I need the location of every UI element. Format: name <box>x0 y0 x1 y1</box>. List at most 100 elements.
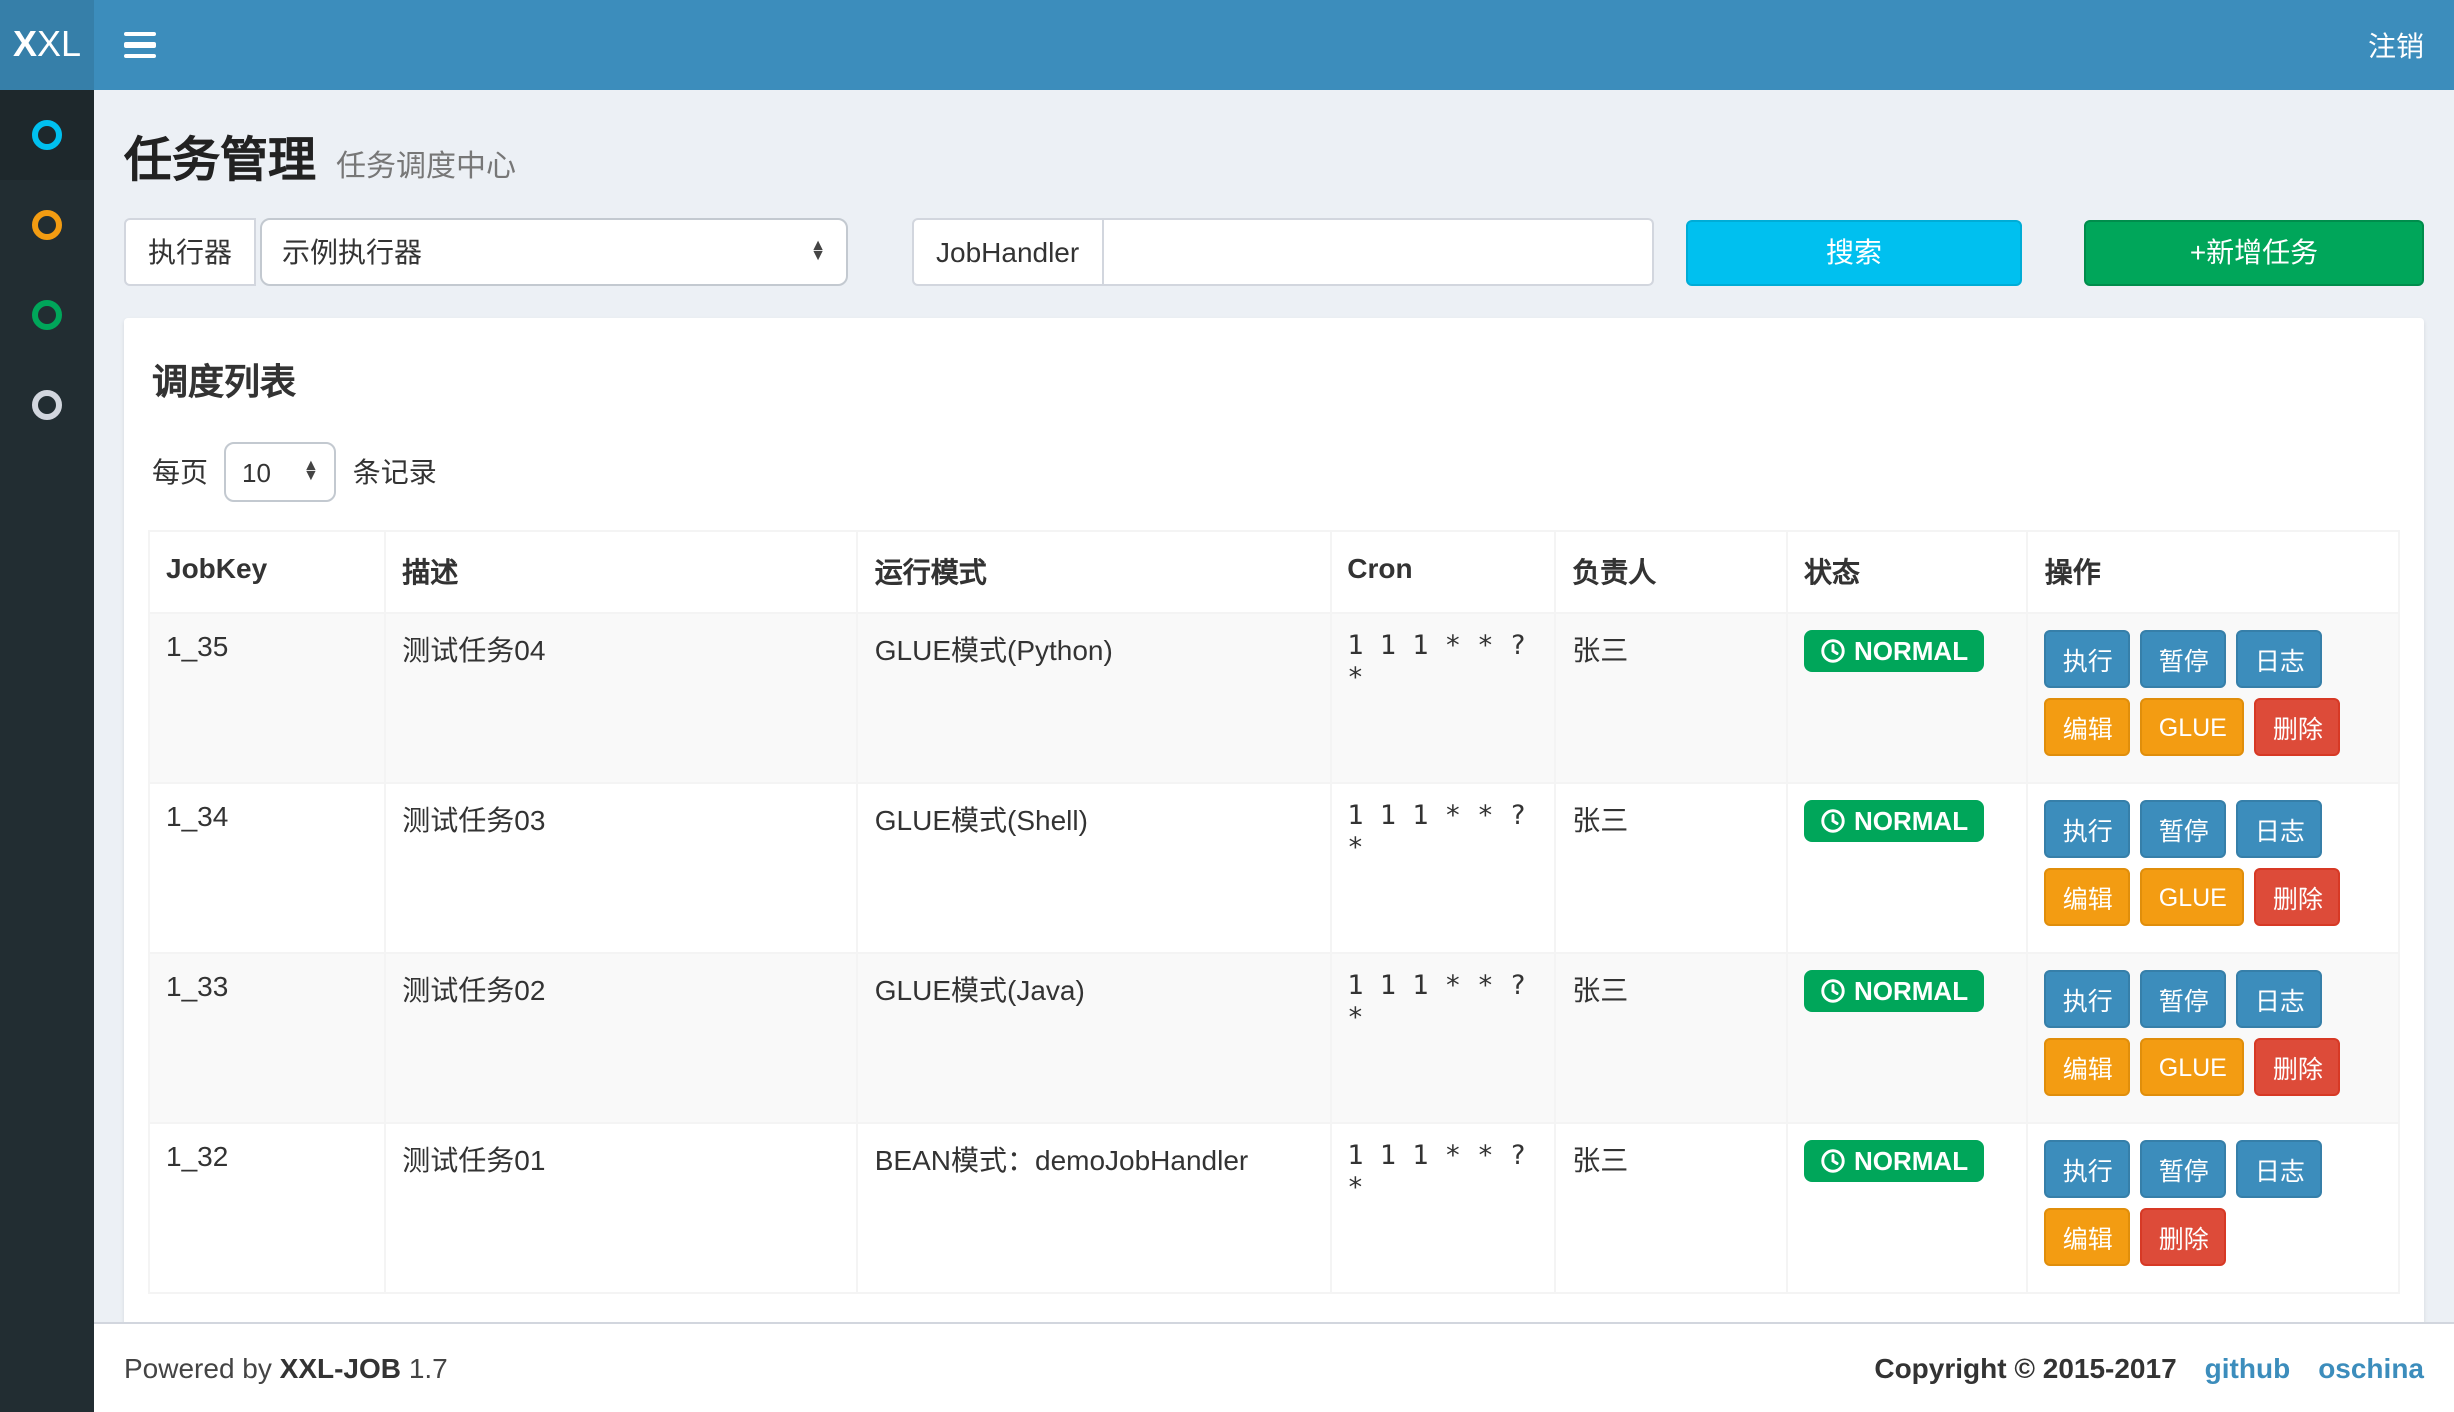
column-header[interactable]: 负责人 <box>1555 531 1787 613</box>
clock-icon <box>1820 638 1846 664</box>
sidebar-item[interactable] <box>0 90 94 180</box>
select-arrows-icon: ▲▼ <box>303 462 319 482</box>
job-table: JobKey描述运行模式Cron负责人状态操作 1_35测试任务04GLUE模式… <box>148 530 2400 1294</box>
delete-button[interactable]: 删除 <box>2141 1208 2227 1266</box>
panel-title: 调度列表 <box>152 354 2400 406</box>
sidebar-menu <box>0 90 94 1412</box>
edit-button[interactable]: 编辑 <box>2045 1208 2131 1266</box>
status-cell: NORMAL <box>1787 613 2028 783</box>
table-body: 1_35测试任务04GLUE模式(Python)1 1 1 * * ? *张三N… <box>149 613 2399 1293</box>
page-header: 任务管理 任务调度中心 <box>124 120 2424 190</box>
status-badge: NORMAL <box>1804 800 1984 842</box>
circle-icon <box>32 390 62 420</box>
edit-button[interactable]: 编辑 <box>2045 698 2131 756</box>
status-cell: NORMAL <box>1787 783 2028 953</box>
run-button[interactable]: 执行 <box>2045 800 2131 858</box>
sidebar-item[interactable] <box>0 270 94 360</box>
table-row: 1_33测试任务02GLUE模式(Java)1 1 1 * * ? *张三NOR… <box>149 953 2399 1123</box>
edit-button[interactable]: 编辑 <box>2045 1038 2131 1096</box>
delete-button[interactable]: 删除 <box>2255 1038 2341 1096</box>
mode-cell: BEAN模式：demoJobHandler <box>858 1123 1331 1293</box>
circle-icon <box>32 300 62 330</box>
filter-toolbar: 执行器 示例执行器 ▲▼ JobHandler 搜索 +新增任务 <box>124 218 2424 286</box>
table-row: 1_35测试任务04GLUE模式(Python)1 1 1 * * ? *张三N… <box>149 613 2399 783</box>
top-navbar: XXL 注销 <box>0 0 2454 90</box>
actions-cell: 执行暂停日志编辑GLUE删除 <box>2028 783 2399 953</box>
glue-button[interactable]: GLUE <box>2141 1038 2245 1096</box>
status-cell: NORMAL <box>1787 953 2028 1123</box>
status-cell: NORMAL <box>1787 1123 2028 1293</box>
app-name: XXL-JOB <box>280 1352 401 1384</box>
log-button[interactable]: 日志 <box>2237 630 2323 688</box>
logo-rest-letters: XL <box>37 24 81 66</box>
page-size-select[interactable]: 10 ▲▼ <box>224 442 337 502</box>
powered-by-text: Powered by XXL-JOB 1.7 <box>124 1352 448 1384</box>
delete-button[interactable]: 删除 <box>2255 698 2341 756</box>
add-job-button[interactable]: +新增任务 <box>2084 219 2424 285</box>
executor-filter-group: 执行器 示例执行器 ▲▼ <box>124 218 848 286</box>
delete-button[interactable]: 删除 <box>2255 868 2341 926</box>
sidebar-toggle-button[interactable] <box>94 0 184 90</box>
oschina-link[interactable]: oschina <box>2318 1352 2424 1384</box>
sidebar-item[interactable] <box>0 180 94 270</box>
desc-cell: 测试任务02 <box>385 953 858 1123</box>
page-size-control: 每页 10 ▲▼ 条记录 <box>152 442 2400 502</box>
run-button[interactable]: 执行 <box>2045 1140 2131 1198</box>
pause-button[interactable]: 暂停 <box>2141 800 2227 858</box>
copyright-text: Copyright © 2015-2017 <box>1874 1352 2176 1384</box>
column-header[interactable]: 描述 <box>385 531 858 613</box>
run-button[interactable]: 执行 <box>2045 630 2131 688</box>
cron-cell: 1 1 1 * * ? * <box>1330 783 1555 953</box>
hamburger-icon <box>123 32 155 37</box>
app-logo[interactable]: XXL <box>0 0 94 90</box>
pause-button[interactable]: 暂停 <box>2141 1140 2227 1198</box>
table-row: 1_32测试任务01BEAN模式：demoJobHandler1 1 1 * *… <box>149 1123 2399 1293</box>
search-button[interactable]: 搜索 <box>1686 219 2022 285</box>
job-key-cell: 1_32 <box>149 1123 385 1293</box>
jobhandler-label: JobHandler <box>912 218 1103 286</box>
jobhandler-input[interactable] <box>1103 218 1654 286</box>
page-title: 任务管理 <box>124 120 316 190</box>
executor-selected-value: 示例执行器 <box>282 232 794 272</box>
navbar-right: 注销 <box>2368 0 2454 90</box>
status-badge: NORMAL <box>1804 1140 1984 1182</box>
run-button[interactable]: 执行 <box>2045 970 2131 1028</box>
actions-cell: 执行暂停日志编辑GLUE删除 <box>2028 953 2399 1123</box>
column-header[interactable]: JobKey <box>149 531 385 613</box>
column-header[interactable]: 运行模式 <box>858 531 1331 613</box>
log-button[interactable]: 日志 <box>2237 800 2323 858</box>
page-subtitle: 任务调度中心 <box>336 144 516 186</box>
glue-button[interactable]: GLUE <box>2141 698 2245 756</box>
job-key-cell: 1_34 <box>149 783 385 953</box>
owner-cell: 张三 <box>1555 613 1787 783</box>
desc-cell: 测试任务03 <box>385 783 858 953</box>
cron-cell: 1 1 1 * * ? * <box>1330 613 1555 783</box>
pause-button[interactable]: 暂停 <box>2141 630 2227 688</box>
jobhandler-filter-group: JobHandler <box>912 218 1654 286</box>
cron-cell: 1 1 1 * * ? * <box>1330 953 1555 1123</box>
executor-select[interactable]: 示例执行器 ▲▼ <box>260 218 848 286</box>
table-header-row: JobKey描述运行模式Cron负责人状态操作 <box>149 531 2399 613</box>
log-button[interactable]: 日志 <box>2237 970 2323 1028</box>
edit-button[interactable]: 编辑 <box>2045 868 2131 926</box>
owner-cell: 张三 <box>1555 953 1787 1123</box>
column-header[interactable]: Cron <box>1330 531 1555 613</box>
column-header[interactable]: 状态 <box>1787 531 2028 613</box>
log-button[interactable]: 日志 <box>2237 1140 2323 1198</box>
app-root: XXL 注销 任务管理 任务调度中心 执行器 示例执行器 ▲▼ <box>0 0 2454 1412</box>
pause-button[interactable]: 暂停 <box>2141 970 2227 1028</box>
sidebar-item[interactable] <box>0 360 94 450</box>
executor-label: 执行器 <box>124 218 256 286</box>
glue-button[interactable]: GLUE <box>2141 868 2245 926</box>
column-header[interactable]: 操作 <box>2028 531 2399 613</box>
app-version: 1.7 <box>409 1352 448 1384</box>
actions-cell: 执行暂停日志编辑GLUE删除 <box>2028 613 2399 783</box>
main-content: 任务管理 任务调度中心 执行器 示例执行器 ▲▼ JobHandler 搜索 +… <box>94 90 2454 1322</box>
mode-cell: GLUE模式(Shell) <box>858 783 1331 953</box>
schedule-list-panel: 调度列表 每页 10 ▲▼ 条记录 JobKey描述运行模式Cron负责人状态操… <box>124 318 2424 1412</box>
desc-cell: 测试任务04 <box>385 613 858 783</box>
cron-cell: 1 1 1 * * ? * <box>1330 1123 1555 1293</box>
page-size-suffix: 条记录 <box>353 452 437 492</box>
github-link[interactable]: github <box>2205 1352 2291 1384</box>
logout-link[interactable]: 注销 <box>2368 25 2424 65</box>
